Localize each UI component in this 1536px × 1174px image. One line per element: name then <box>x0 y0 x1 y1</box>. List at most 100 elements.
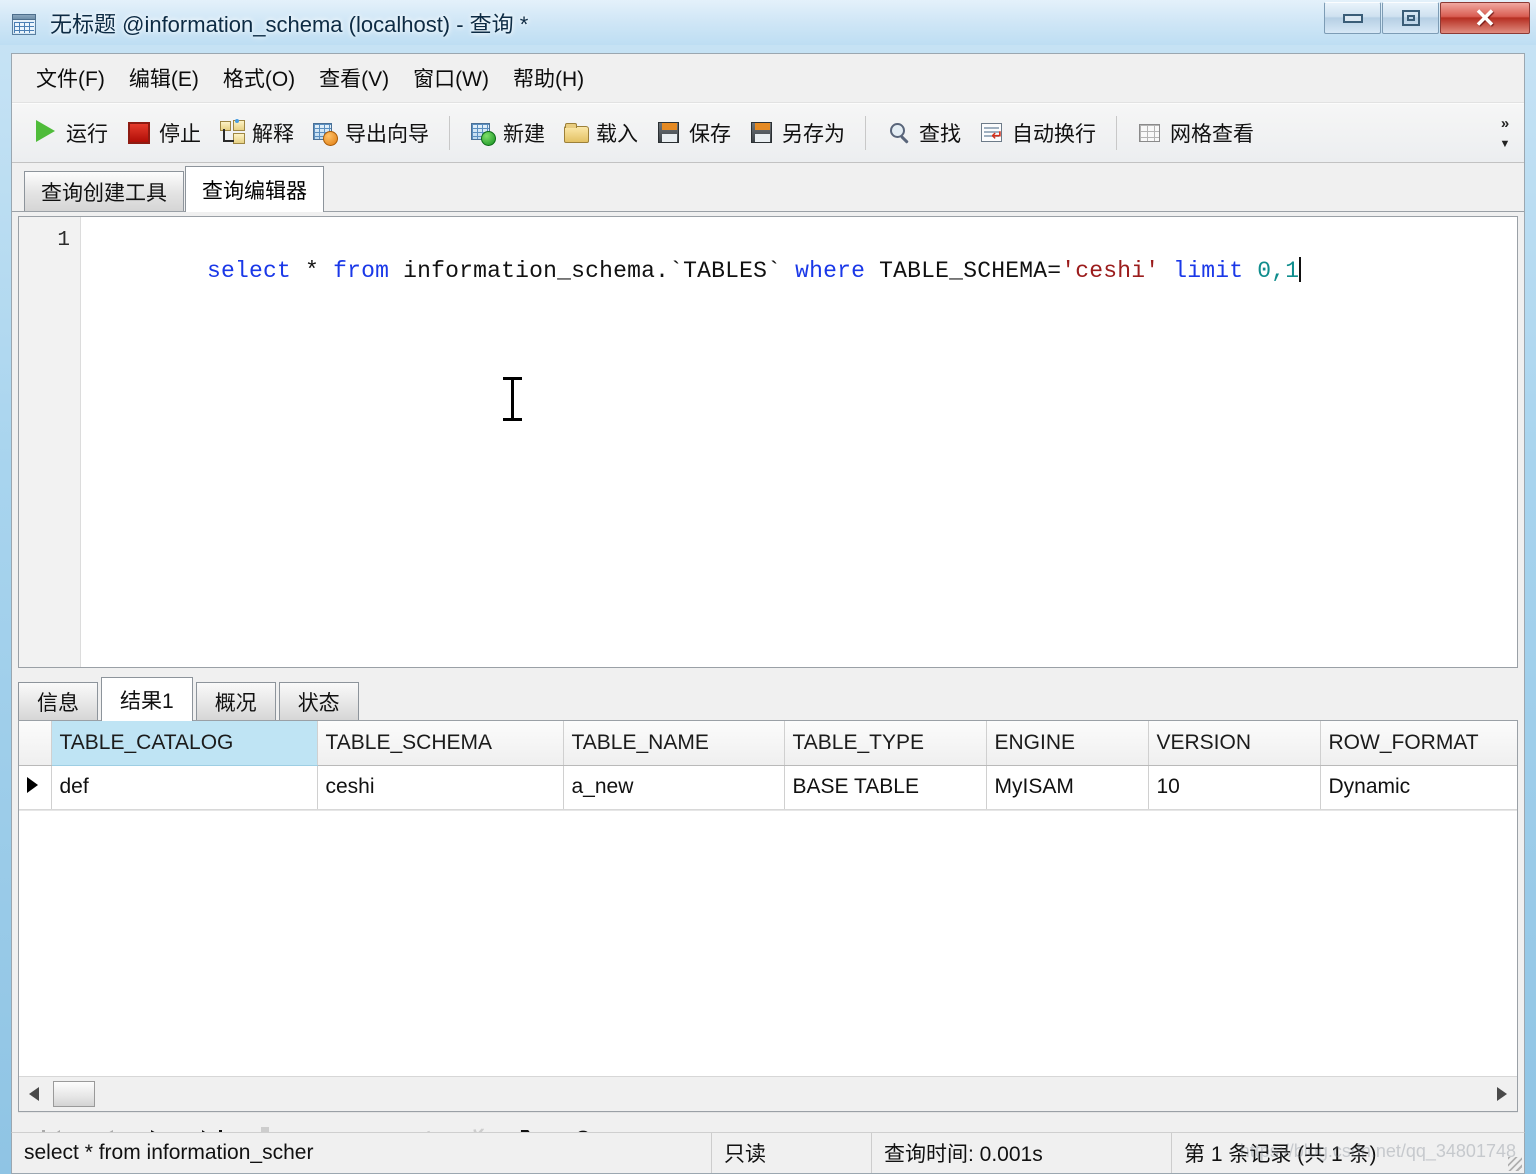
row-indicator-cell <box>19 765 52 810</box>
floppy-save-as-icon <box>749 120 775 146</box>
arrow-left-icon <box>29 1087 39 1101</box>
export-wizard-label: 导出向导 <box>345 123 429 146</box>
tab-result-1[interactable]: 结果1 <box>101 677 193 721</box>
export-wizard-button[interactable]: 导出向导 <box>303 114 438 152</box>
toolbar-overflow-button[interactable]: » ▼ <box>1492 104 1518 162</box>
minimize-button[interactable] <box>1324 2 1381 34</box>
maximize-button[interactable] <box>1382 2 1439 34</box>
close-button[interactable]: ✕ <box>1440 2 1530 34</box>
maximize-icon <box>1401 10 1420 26</box>
row-indicator-header <box>19 721 52 766</box>
explain-button[interactable]: 解释 <box>210 114 303 152</box>
client-area: 文件(F) 编辑(E) 格式(O) 查看(V) 窗口(W) 帮助(H) 运行 停… <box>11 53 1525 1166</box>
result-grid[interactable]: TABLE_CATALOG TABLE_SCHEMA TABLE_NAME TA… <box>18 721 1518 1112</box>
find-button[interactable]: 查找 <box>877 114 970 152</box>
column-header-table-type[interactable]: TABLE_TYPE <box>784 721 987 766</box>
sql-text: select * from information_schema.`TABLES… <box>207 258 1300 284</box>
grid-empty-area <box>19 809 1517 1076</box>
cell-table-name[interactable]: a_new <box>563 765 785 810</box>
menu-view[interactable]: 查看(V) <box>307 59 401 97</box>
scroll-right-button[interactable] <box>1487 1078 1517 1110</box>
status-bar: select * from information_scher 只读 查询时间:… <box>11 1132 1525 1174</box>
cell-table-schema[interactable]: ceshi <box>317 765 564 810</box>
cell-version[interactable]: 10 <box>1148 765 1321 810</box>
grid-view-button[interactable]: 网格查看 <box>1128 114 1263 152</box>
editor-gutter: 1 <box>19 217 81 667</box>
table-row[interactable]: def ceshi a_new BASE TABLE MyISAM 10 Dyn… <box>19 765 1517 810</box>
save-button[interactable]: 保存 <box>647 114 740 152</box>
sql-code-area[interactable]: select * from information_schema.`TABLES… <box>81 217 1517 667</box>
column-header-table-name[interactable]: TABLE_NAME <box>563 721 785 766</box>
folder-icon <box>563 120 589 146</box>
text-caret <box>1299 257 1302 282</box>
status-record-count-wrap: 第 1 条记录 (共 1 条) https://blog.csdn.net/qq… <box>1172 1133 1524 1173</box>
menu-edit[interactable]: 编辑(E) <box>117 59 211 97</box>
grid-view-label: 网格查看 <box>1170 123 1254 146</box>
word-wrap-button[interactable]: ↵ 自动换行 <box>970 114 1105 152</box>
column-header-version[interactable]: VERSION <box>1148 721 1321 766</box>
column-header-table-schema[interactable]: TABLE_SCHEMA <box>317 721 564 766</box>
resize-grip[interactable] <box>1508 1157 1522 1171</box>
new-label: 新建 <box>503 123 545 146</box>
cell-row-format[interactable]: Dynamic <box>1320 765 1517 810</box>
toolbar-separator-1 <box>449 116 450 150</box>
explain-label: 解释 <box>252 123 294 146</box>
scrollbar-thumb[interactable] <box>53 1081 95 1107</box>
tab-info[interactable]: 信息 <box>18 682 98 720</box>
toolbar: 运行 停止 解释 导出向导 新建 载入 保存 另存为 查找 ↵ 自动换行 网格查… <box>12 103 1524 163</box>
load-button[interactable]: 载入 <box>554 114 647 152</box>
title-bar: 无标题 @information_schema (localhost) - 查询… <box>0 0 1536 45</box>
horizontal-scrollbar[interactable] <box>19 1076 1517 1111</box>
query-tab-bar: 查询创建工具 查询编辑器 <box>12 163 1524 212</box>
current-row-arrow-icon <box>27 777 38 793</box>
sql-editor[interactable]: 1 select * from information_schema.`TABL… <box>18 216 1518 668</box>
stop-square-icon <box>126 120 152 146</box>
close-icon: ✕ <box>1474 3 1496 33</box>
tab-status[interactable]: 状态 <box>278 682 359 720</box>
column-header-engine[interactable]: ENGINE <box>986 721 1149 766</box>
save-as-button[interactable]: 另存为 <box>740 114 854 152</box>
scroll-left-button[interactable] <box>19 1078 49 1110</box>
window-controls: ✕ <box>1323 2 1530 34</box>
menu-format[interactable]: 格式(O) <box>211 59 307 97</box>
cell-table-catalog[interactable]: def <box>51 765 318 810</box>
stop-query-button[interactable]: 停止 <box>117 114 210 152</box>
chevron-down-icon: ▼ <box>1499 138 1511 150</box>
grid-icon <box>1137 120 1163 146</box>
toolbar-separator-3 <box>1116 116 1117 150</box>
column-header-table-catalog[interactable]: TABLE_CATALOG <box>51 721 318 766</box>
run-label: 运行 <box>66 123 108 146</box>
menu-help[interactable]: 帮助(H) <box>501 59 596 97</box>
explain-tree-icon <box>219 119 245 146</box>
minimize-icon <box>1342 13 1363 23</box>
line-number: 1 <box>57 229 70 252</box>
result-table: TABLE_CATALOG TABLE_SCHEMA TABLE_NAME TA… <box>19 721 1517 810</box>
table-header-row: TABLE_CATALOG TABLE_SCHEMA TABLE_NAME TA… <box>19 721 1517 766</box>
menu-file[interactable]: 文件(F) <box>24 59 117 97</box>
arrow-right-icon <box>1497 1087 1507 1101</box>
word-wrap-label: 自动换行 <box>1012 123 1096 146</box>
column-header-row-format[interactable]: ROW_FORMAT <box>1320 721 1517 766</box>
menu-bar: 文件(F) 编辑(E) 格式(O) 查看(V) 窗口(W) 帮助(H) <box>12 54 1524 103</box>
status-read-only: 只读 <box>712 1133 872 1173</box>
load-label: 载入 <box>596 123 638 146</box>
play-icon <box>33 120 59 146</box>
new-button[interactable]: 新建 <box>461 114 554 152</box>
cell-table-type[interactable]: BASE TABLE <box>784 765 987 810</box>
tab-profile[interactable]: 概况 <box>195 682 276 720</box>
save-label: 保存 <box>689 123 731 146</box>
save-as-label: 另存为 <box>782 123 845 146</box>
application-window: 无标题 @information_schema (localhost) - 查询… <box>0 0 1536 1174</box>
window-title: 无标题 @information_schema (localhost) - 查询… <box>50 11 529 37</box>
run-button[interactable]: 运行 <box>24 114 117 152</box>
toolbar-separator-2 <box>865 116 866 150</box>
tab-query-builder[interactable]: 查询创建工具 <box>24 171 184 211</box>
floppy-icon <box>656 120 682 146</box>
menu-window[interactable]: 窗口(W) <box>401 59 501 97</box>
tab-query-editor[interactable]: 查询编辑器 <box>185 166 324 212</box>
find-label: 查找 <box>919 123 961 146</box>
stop-label: 停止 <box>159 123 201 146</box>
status-record-count: 第 1 条记录 (共 1 条) <box>1184 1143 1377 1166</box>
chevron-double-right-icon: » <box>1500 115 1510 132</box>
cell-engine[interactable]: MyISAM <box>986 765 1149 810</box>
